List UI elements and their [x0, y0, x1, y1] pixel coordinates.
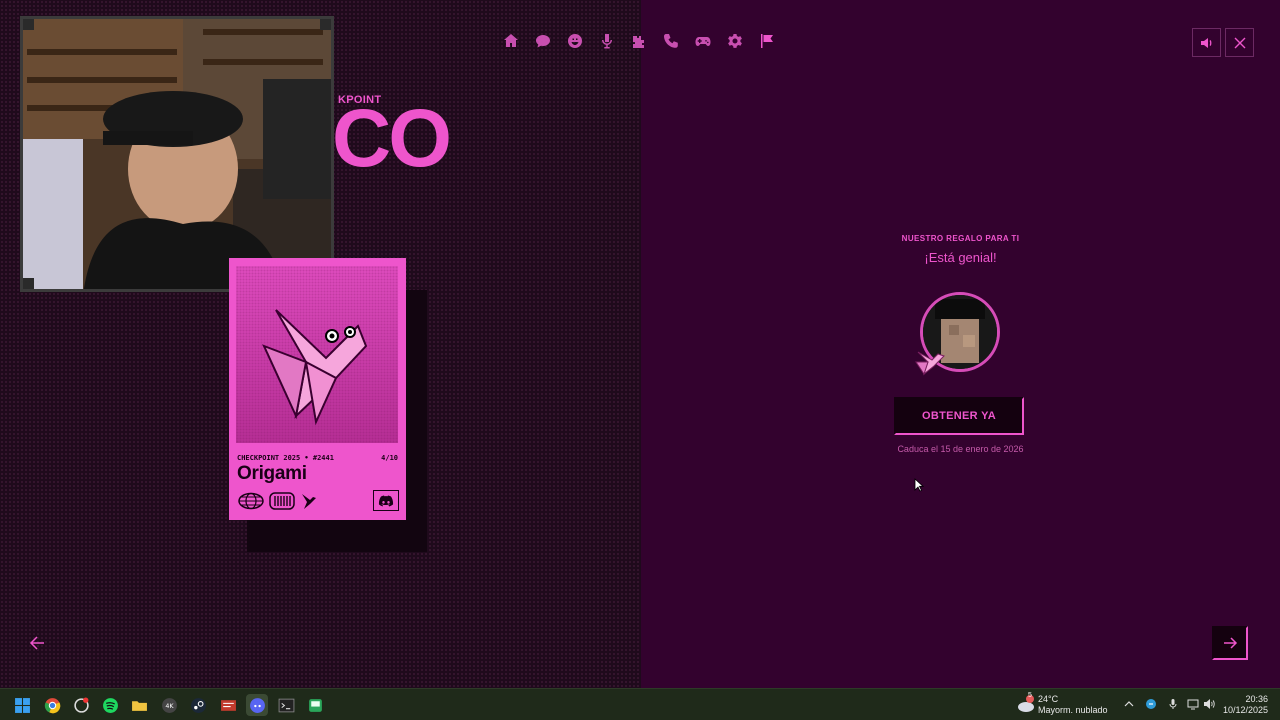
discord-icon	[378, 495, 394, 506]
expiry-text: Caduca el 15 de enero de 2026	[897, 444, 1024, 454]
chrome-icon	[44, 697, 60, 713]
globe-icon	[238, 492, 264, 510]
spotify-icon	[102, 697, 118, 713]
puzzle-icon	[633, 36, 644, 48]
nav-home[interactable]	[500, 30, 522, 52]
gear-icon	[728, 34, 742, 48]
phone-icon	[664, 34, 678, 48]
display-icon[interactable]	[1187, 698, 1199, 710]
clock-time[interactable]: 20:36	[1236, 694, 1268, 705]
previous-arrow-icon[interactable]	[28, 634, 48, 652]
nav-phone[interactable]	[660, 30, 682, 52]
card-artwork	[236, 266, 398, 443]
next-button[interactable]	[1212, 626, 1248, 660]
svg-text:4K: 4K	[165, 702, 174, 710]
taskbar-app-circle[interactable]	[70, 694, 92, 716]
taskbar-voice-app[interactable]	[217, 694, 239, 716]
frame-corner	[23, 278, 34, 289]
gamepad-icon	[695, 37, 711, 46]
next-arrow-icon	[1224, 637, 1238, 649]
webcam-overlay	[20, 16, 334, 292]
chat-bubble-icon	[536, 35, 550, 48]
barcode-icon	[269, 492, 295, 510]
top-nav	[500, 30, 778, 52]
taskbar-terminal[interactable]	[275, 694, 297, 716]
discord-badge[interactable]	[373, 490, 399, 511]
mouse-cursor-icon	[914, 478, 924, 492]
weather-temp[interactable]: 24°C	[1038, 694, 1058, 705]
gift-eyebrow: NUESTRO REGALO PARA TI	[901, 234, 1020, 243]
windows-logo-icon	[14, 697, 30, 713]
card-icon-row	[237, 490, 399, 512]
green-app-icon	[308, 698, 322, 712]
app-circle-icon	[73, 697, 89, 713]
nav-gamepad[interactable]	[692, 30, 714, 52]
chevron-up-icon[interactable]	[1124, 699, 1134, 709]
microphone-icon	[602, 34, 612, 49]
4k-app-icon: 4K	[161, 697, 177, 713]
clock-date[interactable]: 10/12/2025	[1218, 705, 1268, 716]
nav-chat[interactable]	[532, 30, 554, 52]
origami-crane-icon	[262, 309, 368, 426]
network-shield-icon[interactable]	[1145, 698, 1157, 710]
weather-description[interactable]: Mayorm. nublado	[1038, 705, 1108, 716]
volume-icon[interactable]	[1203, 698, 1215, 710]
weather-badge: 5	[1028, 692, 1032, 699]
frame-corner	[320, 19, 331, 30]
crane-badge-icon	[302, 494, 316, 509]
card-series: CHECKPOINT 2025 • #2441	[237, 454, 334, 462]
discord-icon	[249, 697, 265, 713]
speaker-icon	[1200, 37, 1211, 48]
taskbar-steam[interactable]	[187, 694, 209, 716]
card-name: Origami	[237, 463, 307, 484]
taskbar-spotify[interactable]	[99, 694, 121, 716]
claim-button[interactable]: OBTENER YA	[894, 397, 1024, 435]
close-button[interactable]	[1225, 28, 1254, 57]
collectible-card[interactable]: CHECKPOINT 2025 • #2441 4/10 Origami	[229, 258, 406, 520]
start-button[interactable]	[11, 694, 33, 716]
close-icon	[1234, 37, 1245, 48]
nav-settings[interactable]	[724, 30, 746, 52]
taskbar: 4K 5 24°C Mayorm. nublado 20:36 10/12/20…	[0, 688, 1280, 720]
folder-icon	[131, 700, 147, 711]
home-icon	[504, 34, 518, 47]
nav-flag[interactable]	[756, 30, 778, 52]
taskbar-discord[interactable]	[246, 694, 268, 716]
voice-app-icon	[220, 699, 236, 711]
taskbar-explorer[interactable]	[128, 694, 150, 716]
header-title: CO	[332, 93, 452, 184]
origami-crane-icon	[915, 351, 945, 376]
sound-toggle-button[interactable]	[1192, 28, 1221, 57]
nav-microphone[interactable]	[596, 30, 618, 52]
gift-title: ¡Está genial!	[924, 250, 997, 265]
app-stage: KPOINT CO CHECKPOINT 2025 • #2441 4/10 O…	[0, 0, 1280, 688]
microphone-icon[interactable]	[1167, 698, 1179, 710]
steam-icon	[190, 697, 206, 713]
taskbar-green-app[interactable]	[304, 694, 326, 716]
flag-icon	[761, 34, 773, 48]
nav-puzzle[interactable]	[628, 30, 650, 52]
taskbar-chrome[interactable]	[41, 694, 63, 716]
nav-smiley[interactable]	[564, 30, 586, 52]
terminal-icon	[278, 698, 294, 712]
smiley-icon	[568, 34, 582, 48]
webcam-feed-image	[23, 19, 331, 289]
card-meta: CHECKPOINT 2025 • #2441 4/10	[237, 454, 398, 462]
frame-corner	[23, 19, 34, 30]
card-count: 4/10	[381, 454, 398, 462]
taskbar-app-4k[interactable]: 4K	[158, 694, 180, 716]
